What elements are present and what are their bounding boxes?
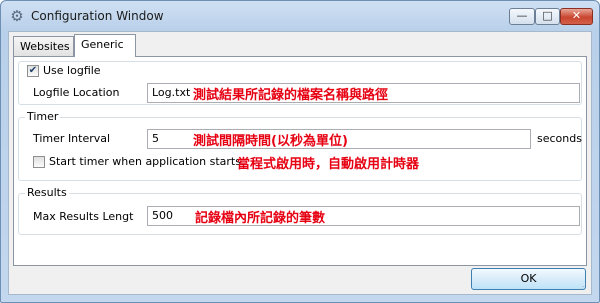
timer-group: Timer Timer Interval 5 測試間隔時間(以秒為單位) sec… xyxy=(18,110,582,181)
results-group-title: Results xyxy=(25,186,69,199)
use-logfile-checkbox[interactable]: ✔ xyxy=(27,65,39,77)
timer-interval-label: Timer Interval xyxy=(33,132,111,145)
window-title: Configuration Window xyxy=(31,9,164,23)
checkmark-icon: ✔ xyxy=(28,65,38,76)
gear-icon: ⚙ xyxy=(10,7,24,25)
configuration-window: ⚙ Configuration Window — □ ✕ Websites Ge… xyxy=(0,0,600,303)
maximize-button[interactable]: □ xyxy=(535,8,560,25)
minimize-button[interactable]: — xyxy=(509,8,535,25)
start-timer-checkbox[interactable] xyxy=(33,156,45,168)
logfile-location-value: Log.txt xyxy=(152,86,191,99)
timer-interval-annotation: 測試間隔時間(以秒為單位) xyxy=(193,134,348,149)
max-results-value: 500 xyxy=(152,209,173,222)
logfile-group: ✔ Use logfile Logfile Location Log.txt 測… xyxy=(18,61,582,105)
tab-generic[interactable]: Generic xyxy=(74,34,136,57)
generic-tab-page: ✔ Use logfile Logfile Location Log.txt 測… xyxy=(13,56,587,266)
max-results-annotation: 記錄檔內所記錄的筆數 xyxy=(195,211,326,226)
timer-group-title: Timer xyxy=(25,110,61,123)
title-bar[interactable]: ⚙ Configuration Window — □ ✕ xyxy=(1,1,599,31)
results-group: Results Max Results Lengt 500 記錄檔內所記錄的筆數 xyxy=(18,186,582,235)
logfile-location-label: Logfile Location xyxy=(33,86,120,99)
start-timer-annotation: 當程式啟用時，自動啟用計時器 xyxy=(237,157,420,172)
timer-interval-unit: seconds xyxy=(537,132,582,145)
tab-websites[interactable]: Websites xyxy=(13,36,74,56)
ok-button[interactable]: OK xyxy=(471,268,586,290)
window-client-area: Websites Generic ✔ Use logfile Logfile L… xyxy=(8,31,592,295)
max-results-label: Max Results Lengt xyxy=(33,210,134,223)
close-button[interactable]: ✕ xyxy=(560,8,593,25)
logfile-location-annotation: 測試結果所記錄的檔案名稱與路徑 xyxy=(193,88,389,103)
use-logfile-label: Use logfile xyxy=(43,64,101,77)
timer-interval-value: 5 xyxy=(152,132,159,145)
start-timer-label: Start timer when application starts xyxy=(49,155,241,168)
resize-grip-icon[interactable]: ⋰ xyxy=(579,282,589,292)
